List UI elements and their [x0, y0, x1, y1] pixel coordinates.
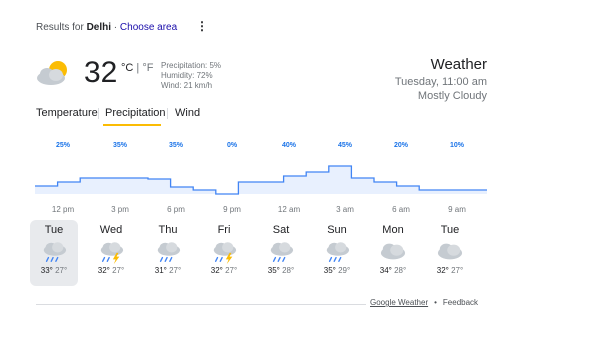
hourly-time: 9 pm — [223, 205, 241, 214]
day-name: Tue — [440, 224, 460, 236]
hourly-time: 12 am — [277, 205, 301, 214]
day-card[interactable]: Wed 32° 27° — [87, 220, 135, 286]
hourly-percent: 35% — [112, 142, 127, 149]
weather-title: Weather — [430, 56, 487, 73]
day-card[interactable]: Thu 31° 27° — [144, 220, 192, 286]
weather-datetime: Tuesday, 11:00 am — [394, 76, 487, 88]
day-name: Fri — [217, 224, 231, 236]
wind-stat: Wind: 21 km/h — [161, 81, 213, 90]
day-temps: 33° 27° — [30, 266, 78, 275]
tab-divider — [98, 108, 99, 119]
day-temps: 32° 27° — [200, 266, 248, 275]
results-prefix: Results for — [36, 22, 84, 33]
current-temperature: 32 — [84, 56, 118, 89]
location-name: Delhi — [86, 22, 112, 33]
day-low: 29° — [338, 266, 351, 275]
location-separator: · — [111, 22, 120, 33]
hourly-time: 3 am — [336, 205, 354, 214]
day-name: Thu — [158, 224, 178, 236]
precipitation-stat: Precipitation: 5% — [161, 61, 222, 70]
day-card[interactable]: Tue 33° 27° — [30, 220, 78, 286]
day-high: 35° — [267, 266, 280, 275]
day-high: 33° — [40, 266, 53, 275]
day-temps: 31° 27° — [144, 266, 192, 275]
tab-precipitation[interactable]: Precipitation — [105, 107, 166, 119]
day-low: 27° — [55, 266, 68, 275]
day-low: 28° — [394, 266, 407, 275]
hourly-time: 12 pm — [51, 205, 75, 214]
day-card[interactable]: Tue 32° 27° — [426, 220, 474, 286]
hourly-percent: 40% — [281, 142, 296, 149]
active-tab-indicator — [103, 124, 161, 126]
rain-icon — [326, 242, 350, 262]
hourly-time: 6 pm — [167, 205, 185, 214]
day-low: 27° — [451, 266, 464, 275]
partly-cloudy-icon — [37, 61, 67, 85]
hourly-percent: 35% — [168, 142, 183, 149]
day-low: 27° — [112, 266, 125, 275]
thunderstorm-icon — [213, 242, 237, 265]
day-high: 34° — [379, 266, 392, 275]
google-weather-link[interactable]: Google Weather — [370, 298, 428, 307]
day-temps: 32° 27° — [87, 266, 135, 275]
day-temps: 34° 28° — [369, 266, 417, 275]
day-low: 28° — [282, 266, 295, 275]
day-card[interactable]: Mon 34° 28° — [369, 220, 417, 286]
unit-toggle: °C | °F — [121, 62, 153, 74]
day-high: 32° — [436, 266, 449, 275]
humidity-stat: Humidity: 72% — [161, 71, 213, 80]
hourly-time: 9 am — [448, 205, 466, 214]
rain-icon — [157, 242, 181, 262]
day-name: Sun — [327, 224, 347, 236]
footer-divider — [36, 304, 366, 305]
day-high: 32° — [97, 266, 110, 275]
day-temps: 32° 27° — [426, 266, 474, 275]
weather-condition: Mostly Cloudy — [417, 90, 487, 102]
hourly-percent: 25% — [55, 142, 70, 149]
day-name: Mon — [382, 224, 404, 236]
cloudy-icon — [437, 243, 463, 260]
day-card[interactable]: Sat 35° 28° — [257, 220, 305, 286]
thunderstorm-icon — [100, 242, 124, 265]
unit-fahrenheit[interactable]: °F — [142, 62, 153, 74]
rain-icon — [270, 242, 294, 262]
day-name: Wed — [99, 224, 123, 236]
hourly-percent: 0% — [226, 142, 238, 149]
hourly-percent: 20% — [393, 142, 408, 149]
feedback-link[interactable]: Feedback — [443, 298, 478, 307]
footer: Google Weather • Feedback — [370, 298, 478, 307]
current-stats: Precipitation: 5% Humidity: 72% Wind: 21… — [161, 61, 221, 91]
tab-temperature[interactable]: Temperature — [36, 107, 98, 119]
precipitation-chart — [35, 165, 487, 195]
day-card[interactable]: Fri 32° 27° — [200, 220, 248, 286]
day-temps: 35° 29° — [313, 266, 361, 275]
day-high: 31° — [154, 266, 167, 275]
rain-icon — [43, 242, 67, 262]
tab-divider — [167, 108, 168, 119]
hourly-time: 3 pm — [111, 205, 129, 214]
footer-dot: • — [434, 298, 437, 307]
day-temps: 35° 28° — [257, 266, 305, 275]
day-name: Tue — [44, 224, 64, 236]
hourly-time: 6 am — [392, 205, 410, 214]
results-for-line: Results for Delhi · Choose area ⋮ — [36, 19, 208, 33]
cloudy-icon — [380, 243, 406, 260]
day-low: 27° — [225, 266, 238, 275]
more-vert-icon[interactable]: ⋮ — [196, 19, 208, 33]
hourly-percent: 10% — [449, 142, 464, 149]
tab-wind[interactable]: Wind — [175, 107, 200, 119]
day-high: 32° — [210, 266, 223, 275]
day-name: Sat — [272, 224, 290, 236]
unit-separator: | — [133, 62, 143, 74]
day-low: 27° — [169, 266, 182, 275]
hourly-percent: 45% — [337, 142, 352, 149]
day-high: 35° — [323, 266, 336, 275]
choose-area-link[interactable]: Choose area — [120, 22, 177, 33]
unit-celsius[interactable]: °C — [121, 62, 133, 74]
day-card[interactable]: Sun 35° 29° — [313, 220, 361, 286]
